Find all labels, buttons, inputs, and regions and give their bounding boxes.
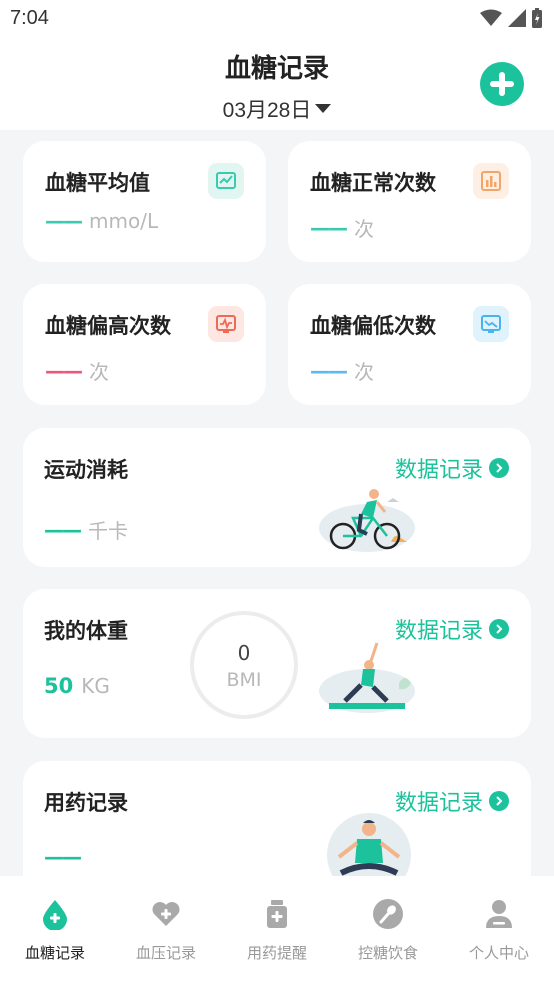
wifi-icon [480,9,502,26]
person-icon [486,900,512,928]
stat-value: —— mmo/L [45,209,158,233]
stat-card-average[interactable]: 血糖平均值 —— mmo/L [23,141,266,262]
tab-sugar-control-diet[interactable]: 控糖饮食 [333,876,443,984]
tab-label: 控糖饮食 [357,944,418,962]
stat-value: —— 次 [310,356,374,385]
tab-blood-pressure[interactable]: 血压记录 [111,876,221,984]
bmi-label: BMI [226,669,262,691]
bar-chart-icon [473,163,509,199]
date-label: 03月28日 [222,99,312,122]
tab-label: 血糖记录 [24,944,85,962]
status-time: 7:04 [10,7,49,29]
add-record-button[interactable] [480,62,524,106]
exercise-title: 运动消耗 [44,458,128,482]
weight-unit: KG [81,674,110,698]
empty-value-dash: —— [44,517,82,542]
bmi-gauge: 0 BMI [190,611,298,719]
status-bar: 7:04 [0,0,554,38]
plus-icon [490,72,514,96]
meditation-illustration [327,813,411,877]
date-picker[interactable]: 03月28日 [0,94,554,124]
chart-line-icon [208,163,244,199]
header: 血糖记录 03月28日 [0,38,554,130]
stat-value: —— 次 [45,356,109,385]
battery-icon [532,8,542,28]
medication-title: 用药记录 [44,791,128,815]
medication-value: —— [44,845,82,869]
empty-value-dash: —— [45,209,83,233]
cyclist-illustration [319,489,415,552]
bottom-tab-bar: 血糖记录 血压记录 用药提醒 控糖饮食 个人中心 [0,876,554,984]
caret-down-icon [315,104,332,113]
stat-title: 血糖平均值 [45,171,150,195]
data-record-label: 数据记录 [394,458,483,483]
yoga-illustration [319,642,415,713]
stat-unit: 次 [354,360,374,384]
heart-plus-icon [152,902,180,926]
empty-value-dash: —— [310,358,348,383]
stat-unit: 次 [89,360,109,384]
exercise-value: —— 千卡 [44,515,128,544]
blood-drop-icon [43,900,67,930]
weight-number: 50 [44,674,74,698]
stat-title: 血糖偏高次数 [45,314,171,338]
bmi-value: 0 [237,641,251,665]
tab-label: 血压记录 [135,944,196,962]
exercise-card[interactable]: 运动消耗 数据记录 —— 千卡 [23,428,531,567]
tab-personal-center[interactable]: 个人中心 [444,876,554,984]
tab-label: 用药提醒 [246,944,307,962]
tab-label: 个人中心 [468,944,529,962]
weight-value: 50 KG [44,674,110,698]
status-icons [480,8,542,28]
tab-blood-sugar[interactable]: 血糖记录 [0,876,110,984]
monitor-trend-icon [473,306,509,342]
tab-medication-reminder[interactable]: 用药提醒 [222,876,332,984]
medicine-bottle-icon [267,900,287,928]
weight-title: 我的体重 [44,619,128,643]
exercise-data-record-link[interactable]: 数据记录 [395,452,509,484]
stat-title: 血糖正常次数 [310,171,436,195]
stat-card-high[interactable]: 血糖偏高次数 —— 次 [23,284,266,405]
stat-card-normal[interactable]: 血糖正常次数 —— 次 [288,141,531,262]
stat-title: 血糖偏低次数 [310,314,436,338]
spoon-icon [373,899,403,929]
stat-card-low[interactable]: 血糖偏低次数 —— 次 [288,284,531,405]
stat-unit: 次 [354,217,374,241]
chevron-right-icon [489,619,509,639]
weight-card[interactable]: 我的体重 数据记录 50 KG 0 BMI [23,589,531,738]
chevron-right-icon [489,458,509,478]
signal-icon [508,9,526,27]
monitor-pulse-icon [208,306,244,342]
exercise-unit: 千卡 [88,519,128,543]
stat-value: —— 次 [310,213,374,242]
empty-value-dash: —— [310,215,348,240]
page-title: 血糖记录 [224,54,329,84]
empty-value-dash: —— [44,845,82,869]
stat-unit: mmo/L [89,209,159,233]
chevron-right-icon [489,791,509,811]
empty-value-dash: —— [45,358,83,383]
